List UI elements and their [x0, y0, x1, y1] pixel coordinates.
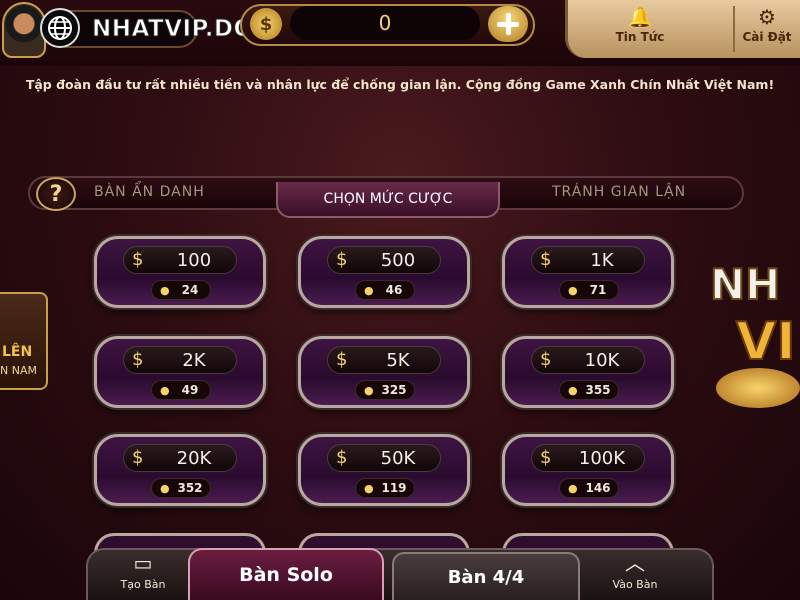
player-count-box: ● 146	[559, 478, 619, 498]
create-table-button[interactable]: ▭ Tạo Bàn	[100, 548, 186, 600]
player-count-box: ● 71	[559, 280, 619, 300]
dollar-icon: $	[336, 349, 348, 370]
balance-value: 0	[290, 6, 480, 40]
bet-card[interactable]: $100K ● 146	[502, 434, 674, 506]
bet-amount: 1K	[590, 250, 614, 271]
bet-amount-box: $100	[123, 246, 237, 274]
bell-icon: 🔔	[627, 5, 653, 29]
player-count-box: ● 119	[355, 478, 415, 498]
player-count-box: ● 49	[151, 380, 211, 400]
help-button[interactable]: ?	[36, 177, 76, 211]
solo-table-label: Bàn Solo	[239, 564, 333, 586]
bet-amount: 2K	[182, 350, 206, 371]
player-count-box: ● 352	[151, 478, 211, 498]
person-icon: ●	[160, 284, 170, 297]
person-icon: ●	[364, 482, 374, 495]
bet-amount-box: $10K	[531, 346, 645, 374]
bet-card[interactable]: $50K ● 119	[298, 434, 470, 506]
chevron-up-icon: ︿	[625, 551, 645, 575]
bet-amount-box: $20K	[123, 444, 237, 472]
player-count: 352	[177, 481, 203, 495]
player-count: 46	[385, 283, 403, 297]
bet-amount: 10K	[584, 350, 620, 371]
news-label: Tin Tức	[615, 30, 665, 44]
dollar-icon: $	[132, 349, 144, 370]
bet-amount-box: $2K	[123, 346, 237, 374]
person-icon: ●	[568, 284, 578, 297]
tab-anti-cheat[interactable]: TRÁNH GIAN LẬN	[552, 184, 686, 200]
bet-amount: 20K	[176, 448, 212, 469]
brand-logo: NH VI	[706, 250, 800, 418]
bet-amount: 500	[380, 250, 416, 271]
left-promo-banner[interactable]: LÊN N NAM	[0, 292, 48, 390]
gear-icon: ⚙	[758, 5, 776, 29]
bet-amount-box: $100K	[531, 444, 645, 472]
tab-choose-bet-label: CHỌN MỨC CƯỢC	[323, 191, 453, 207]
logo-text-bottom: VI	[735, 311, 797, 373]
dollar-icon: $	[132, 249, 144, 270]
player-count-box: ● 46	[355, 280, 415, 300]
tab-anonymous[interactable]: BÀN ẨN DANH	[94, 184, 205, 200]
four-player-table-button[interactable]: Bàn 4/4	[392, 552, 580, 600]
join-table-button[interactable]: ︿ Vào Bàn	[592, 548, 678, 600]
coin-stack	[716, 368, 800, 408]
player-count-box: ● 355	[559, 380, 619, 400]
add-coins-button[interactable]	[488, 6, 528, 42]
person-icon: ●	[364, 284, 374, 297]
settings-button[interactable]: ⚙ Cài Đặt	[734, 4, 800, 54]
player-count-box: ● 325	[355, 380, 415, 400]
bet-card[interactable]: $2K ● 49	[94, 336, 266, 408]
create-table-label: Tạo Bàn	[120, 578, 166, 591]
bet-amount: 50K	[380, 448, 416, 469]
bet-card[interactable]: $5K ● 325	[298, 336, 470, 408]
bet-card[interactable]: $500 ● 46	[298, 236, 470, 308]
dollar-icon: $	[540, 447, 552, 468]
bet-amount-box: $50K	[327, 444, 441, 472]
bet-card[interactable]: $10K ● 355	[502, 336, 674, 408]
bet-amount-box: $500	[327, 246, 441, 274]
news-button[interactable]: 🔔 Tin Tức	[600, 4, 680, 54]
bet-amount-box: $1K	[531, 246, 645, 274]
left-promo-line1: LÊN	[2, 344, 33, 360]
logo-text-top: NH	[709, 259, 781, 310]
player-count: 355	[585, 383, 611, 397]
table-icon: ▭	[133, 551, 153, 575]
bet-amount: 100K	[578, 448, 626, 469]
marquee-text: Tập đoàn đầu tư rất nhiều tiền và nhân l…	[25, 77, 775, 92]
person-icon: ●	[568, 384, 578, 397]
settings-label: Cài Đặt	[742, 30, 792, 44]
coin-icon: $	[250, 8, 282, 40]
person-icon: ●	[568, 482, 578, 495]
player-count: 49	[181, 383, 199, 397]
person-icon: ●	[160, 482, 170, 495]
player-count: 71	[589, 283, 607, 297]
bet-amount: 100	[176, 250, 212, 271]
tab-choose-bet[interactable]: CHỌN MỨC CƯỢC	[276, 182, 500, 218]
dollar-icon: $	[132, 447, 144, 468]
bet-amount-box: $5K	[327, 346, 441, 374]
player-count: 325	[381, 383, 407, 397]
bet-card[interactable]: $1K ● 71	[502, 236, 674, 308]
solo-table-button[interactable]: Bàn Solo	[188, 548, 384, 600]
player-count: 146	[585, 481, 611, 495]
dollar-icon: $	[336, 447, 348, 468]
dollar-icon: $	[540, 349, 552, 370]
left-promo-line2: N NAM	[0, 364, 37, 377]
four-player-table-label: Bàn 4/4	[447, 566, 525, 588]
person-icon: ●	[160, 384, 170, 397]
bet-card[interactable]: $20K ● 352	[94, 434, 266, 506]
dollar-icon: $	[540, 249, 552, 270]
bet-card[interactable]: $100 ● 24	[94, 236, 266, 308]
player-count: 24	[181, 283, 199, 297]
person-icon: ●	[364, 384, 374, 397]
globe-icon	[40, 8, 80, 48]
dollar-icon: $	[336, 249, 348, 270]
bet-amount: 5K	[386, 350, 410, 371]
player-count: 119	[381, 481, 407, 495]
player-count-box: ● 24	[151, 280, 211, 300]
join-table-label: Vào Bàn	[612, 578, 658, 591]
